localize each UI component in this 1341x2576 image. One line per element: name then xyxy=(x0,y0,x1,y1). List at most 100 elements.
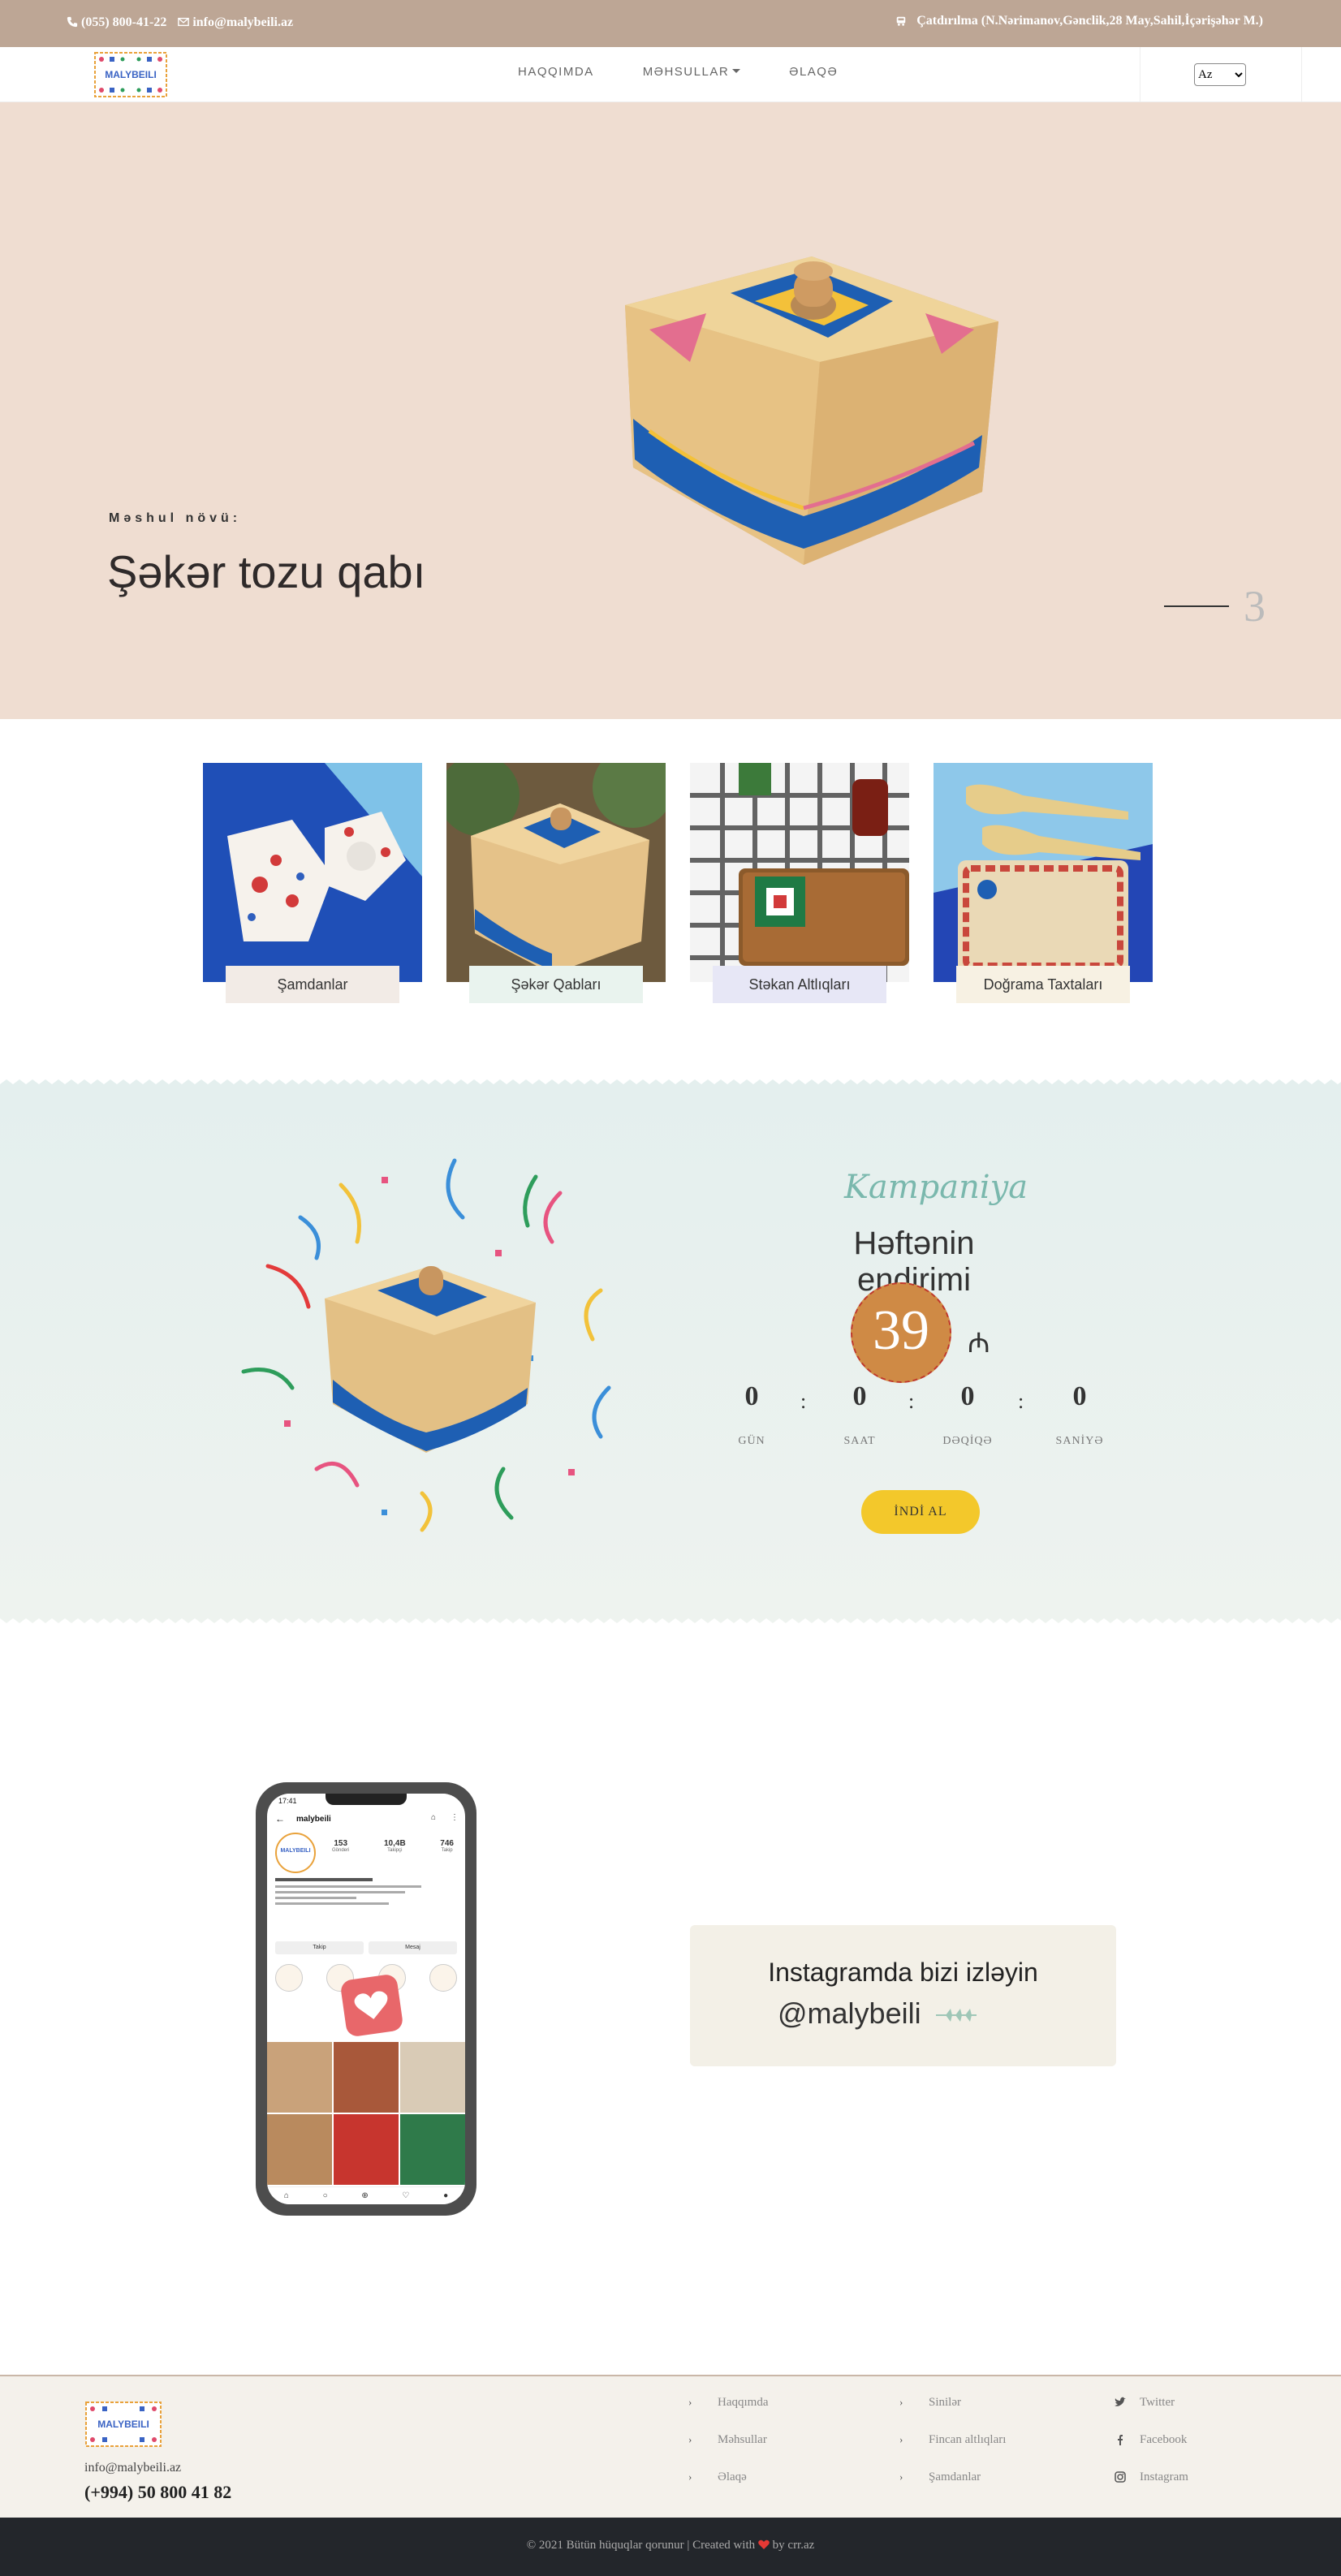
countdown-days: 0 GÜN xyxy=(719,1381,784,1448)
profile-actions: Takip Mesaj xyxy=(275,1941,457,1954)
instagram-follow-card[interactable]: Instagramda bizi izləyin @malybeili xyxy=(690,1925,1116,2066)
category-label: Şamdanlar xyxy=(226,966,399,1003)
footer-social-links: Twitter Facebook Instagram xyxy=(1110,2396,1188,2508)
product-kind-label: Məshul növü: xyxy=(109,511,242,525)
cutting-boards-image xyxy=(934,763,1153,982)
add-post-icon[interactable]: ⊕ xyxy=(361,2191,368,2200)
copyright-author[interactable]: by crr.az xyxy=(773,2539,815,2552)
brand-logo[interactable]: MALYBEILI xyxy=(93,51,168,98)
footer-link-about[interactable]: › Haqqımda xyxy=(688,2396,768,2433)
footer-link-facebook[interactable]: Facebook xyxy=(1110,2433,1188,2470)
category-label: Doğrama Taxtaları xyxy=(956,966,1130,1003)
copyright-text: © 2021 Bütün hüquqlar qorunur | Created … xyxy=(0,2539,1341,2552)
post-thumb[interactable] xyxy=(267,2114,332,2185)
category-card-cutting-boards[interactable]: Doğrama Taxtaları xyxy=(934,763,1153,1003)
slide-total: 3 xyxy=(1244,582,1266,631)
category-card-coasters[interactable]: Stəkan Altlıqları xyxy=(690,763,909,1003)
sugar-box-image xyxy=(625,256,998,565)
profile-username: malybeili xyxy=(296,1815,331,1824)
post-thumb[interactable] xyxy=(334,2114,399,2185)
nav-links: HAQQIMDA MƏHSULLAR ƏLAQƏ xyxy=(518,65,838,79)
phone-link[interactable]: (055) 800-41-22 xyxy=(67,15,166,30)
slide-divider xyxy=(1164,605,1229,607)
heart-tab-icon[interactable]: ♡ xyxy=(402,2191,409,2200)
stat-label: Takip xyxy=(441,1848,453,1853)
footer-link-contact[interactable]: › Əlaqə xyxy=(688,2470,768,2508)
post-thumb[interactable] xyxy=(334,2042,399,2113)
category-card-sugar-bowls[interactable]: Şəkər Qabları xyxy=(446,763,666,1003)
buy-now-button[interactable]: İNDİ AL xyxy=(861,1490,980,1534)
language-select[interactable]: Az xyxy=(1194,63,1246,86)
hero-slider: Məshul növü: Şəkər tozu qabı 3 3 xyxy=(0,102,1341,719)
countdown-label: SAAT xyxy=(843,1435,876,1447)
post-thumb[interactable] xyxy=(400,2042,465,2113)
nav-item-about[interactable]: HAQQIMDA xyxy=(518,65,594,79)
highlight-circle[interactable] xyxy=(275,1964,303,1992)
stat-following: 746 Takip xyxy=(440,1839,454,1853)
footer-phone[interactable]: (+994) 50 800 41 82 xyxy=(84,2482,231,2503)
footer-link-label: Twitter xyxy=(1140,2396,1175,2409)
profile-bio xyxy=(275,1878,457,1905)
home-icon[interactable]: ⌂ xyxy=(284,2191,289,2200)
footer-logo[interactable]: MALYBEILI xyxy=(84,2401,162,2448)
more-icon[interactable]: ⋮ xyxy=(451,1813,459,1822)
instagram-handle[interactable]: @malybeili xyxy=(778,1997,978,2031)
back-arrow-icon[interactable]: ← xyxy=(275,1813,285,1825)
stat-label: Takipçi xyxy=(387,1848,403,1853)
footer-link-products[interactable]: › Məhsullar xyxy=(688,2433,768,2470)
footer-link-candlesticks[interactable]: › Şamdanlar xyxy=(899,2470,1006,2508)
zigzag-top xyxy=(0,1079,1341,1089)
countdown-hours: 0 SAAT xyxy=(827,1381,892,1448)
footer-links-pages: › Haqqımda › Məhsullar › Əlaqə xyxy=(688,2396,768,2508)
copyright-prefix: © 2021 Bütün hüquqlar qorunur | Created … xyxy=(526,2539,756,2552)
main-navbar: MALYBEILI HAQQIMDA MƏHSULLAR ƏLAQƏ Az xyxy=(0,47,1341,102)
countdown-seconds: 0 SANİYƏ xyxy=(1047,1381,1112,1448)
delivery-text: Çatdırılma (N.Nərimanov,Gənclik,28 May,S… xyxy=(916,14,1263,28)
countdown-label: GÜN xyxy=(738,1435,765,1447)
footer-link-label: Məhsullar xyxy=(718,2433,767,2446)
confetti-box-image xyxy=(241,1158,611,1532)
nav-item-products[interactable]: MƏHSULLAR xyxy=(643,65,741,79)
email-link[interactable]: info@malybeili.az xyxy=(178,15,293,30)
footer-link-cup-coasters[interactable]: › Fincan altlıqları xyxy=(899,2433,1006,2470)
profile-tab-icon[interactable]: ● xyxy=(443,2191,448,2200)
category-card-candlesticks[interactable]: Şamdanlar xyxy=(203,763,422,1003)
currency-sign: ₼ xyxy=(968,1327,990,1359)
follow-button[interactable]: Takip xyxy=(275,1941,364,1954)
chevron-right-icon: › xyxy=(688,2433,692,2445)
status-bar: 17:41 xyxy=(267,1794,465,1810)
countdown-value: 0 xyxy=(852,1381,867,1411)
countdown-value: 0 xyxy=(960,1381,975,1411)
message-button[interactable]: Mesaj xyxy=(369,1941,457,1954)
envelope-icon xyxy=(178,17,190,27)
search-icon[interactable]: ○ xyxy=(323,2191,328,2200)
post-grid xyxy=(267,2042,465,2185)
bottom-tab-bar: ⌂ ○ ⊕ ♡ ● xyxy=(267,2186,465,2204)
campaign-section: Kampaniya Həftənin endirimi 39 ₼ 0 GÜN : … xyxy=(0,1079,1341,1623)
category-label: Stəkan Altlıqları xyxy=(713,966,886,1003)
twitter-icon xyxy=(1115,2397,1126,2406)
instagram-screen: 17:41 ← malybeili ⌂ ⋮ MALYBEILI 153 Gönde… xyxy=(267,1794,465,2204)
footer-email[interactable]: info@malybeili.az xyxy=(84,2461,181,2475)
countdown-minutes: 0 DƏQİQƏ xyxy=(935,1381,1000,1448)
truck-icon xyxy=(896,16,906,26)
zigzag-bottom xyxy=(0,1613,1341,1623)
chevron-right-icon: › xyxy=(899,2470,903,2483)
sugar-bowls-image xyxy=(446,763,666,982)
category-label: Şəkər Qabları xyxy=(469,966,643,1003)
nav-item-contact[interactable]: ƏLAQƏ xyxy=(789,65,838,79)
footer-link-twitter[interactable]: Twitter xyxy=(1110,2396,1188,2433)
footer: MALYBEILI info@malybeili.az (+994) 50 80… xyxy=(0,2375,1341,2518)
highlight-circle[interactable] xyxy=(429,1964,457,1992)
footer-links-categories: › Sinilər › Fincan altlıqları › Şamdanlar xyxy=(899,2396,1006,2508)
stat-value: 746 xyxy=(440,1839,454,1848)
footer-link-trays[interactable]: › Sinilər xyxy=(899,2396,1006,2433)
instagram-handle-text: @malybeili xyxy=(778,1997,921,2030)
footer-link-instagram[interactable]: Instagram xyxy=(1110,2470,1188,2508)
countdown-separator: : xyxy=(800,1389,807,1413)
post-thumb[interactable] xyxy=(400,2114,465,2185)
bell-icon[interactable]: ⌂ xyxy=(431,1813,436,1822)
countdown-separator: : xyxy=(1018,1389,1024,1413)
post-thumb[interactable] xyxy=(267,2042,332,2113)
stat-label: Gönderi xyxy=(332,1848,350,1853)
